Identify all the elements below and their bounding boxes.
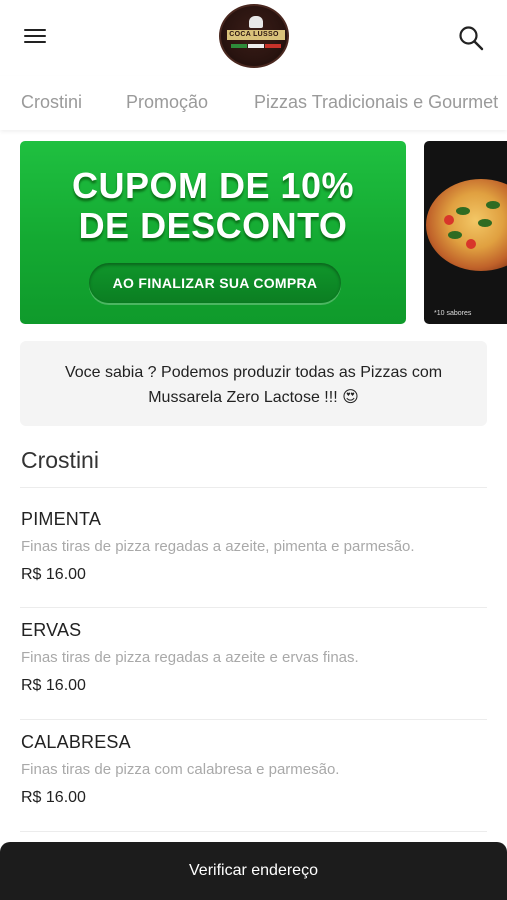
tab-pizzas-tradicionais[interactable]: Pizzas Tradicionais e Gourmet (254, 92, 498, 113)
item-name: ERVAS (21, 620, 82, 640)
coupon-banner[interactable]: CUPOM DE 10% DE DESCONTO AO FINALIZAR SU… (20, 141, 406, 324)
search-icon[interactable] (458, 25, 484, 51)
menu-item[interactable]: PIMENTA Finas tiras de pizza regadas a a… (20, 509, 487, 609)
info-box: Voce sabia ? Podemos produzir todas as P… (20, 341, 487, 426)
pizza-image (426, 179, 507, 271)
top-bar: COCA LUSSO (0, 0, 507, 76)
divider (20, 831, 487, 832)
banner-subheadline: DE DESCONTO (78, 205, 348, 246)
restaurant-logo[interactable]: COCA LUSSO (219, 4, 289, 68)
banner-cta: AO FINALIZAR SUA COMPRA (89, 263, 341, 303)
hamburger-menu-icon[interactable] (22, 26, 48, 48)
item-price: R$ 16.00 (21, 566, 86, 583)
info-text: Voce sabia ? Podemos produzir todas as P… (64, 364, 443, 406)
section-title: Crostini (21, 447, 99, 473)
banner-note: *10 sabores (434, 310, 472, 317)
tab-promocao[interactable]: Promoção (126, 92, 208, 113)
tab-crostini[interactable]: Crostini (21, 92, 82, 113)
item-name: CALABRESA (21, 732, 131, 752)
item-description: Finas tiras de pizza com calabresa e par… (21, 761, 340, 778)
logo-text: COCA LUSSO (229, 31, 279, 38)
item-description: Finas tiras de pizza regadas a azeite e … (21, 649, 359, 666)
item-description: Finas tiras de pizza regadas a azeite, p… (21, 538, 415, 555)
divider (20, 487, 487, 488)
menu-item[interactable]: ERVAS Finas tiras de pizza regadas a aze… (20, 620, 487, 720)
item-price: R$ 16.00 (21, 789, 86, 806)
divider (20, 607, 487, 608)
item-name: PIMENTA (21, 509, 102, 529)
banner-headline: CUPOM DE 10% (71, 165, 355, 206)
divider (20, 719, 487, 720)
item-price: R$ 16.00 (21, 677, 86, 694)
chef-hat-icon (249, 16, 263, 28)
pizza-banner[interactable]: *10 sabores (424, 141, 507, 324)
menu-item[interactable]: CALABRESA Finas tiras de pizza com calab… (20, 732, 487, 832)
category-tabs: Crostini Promoção Pizzas Tradicionais e … (0, 76, 507, 130)
check-address-button[interactable]: Verificar endereço (0, 842, 507, 900)
